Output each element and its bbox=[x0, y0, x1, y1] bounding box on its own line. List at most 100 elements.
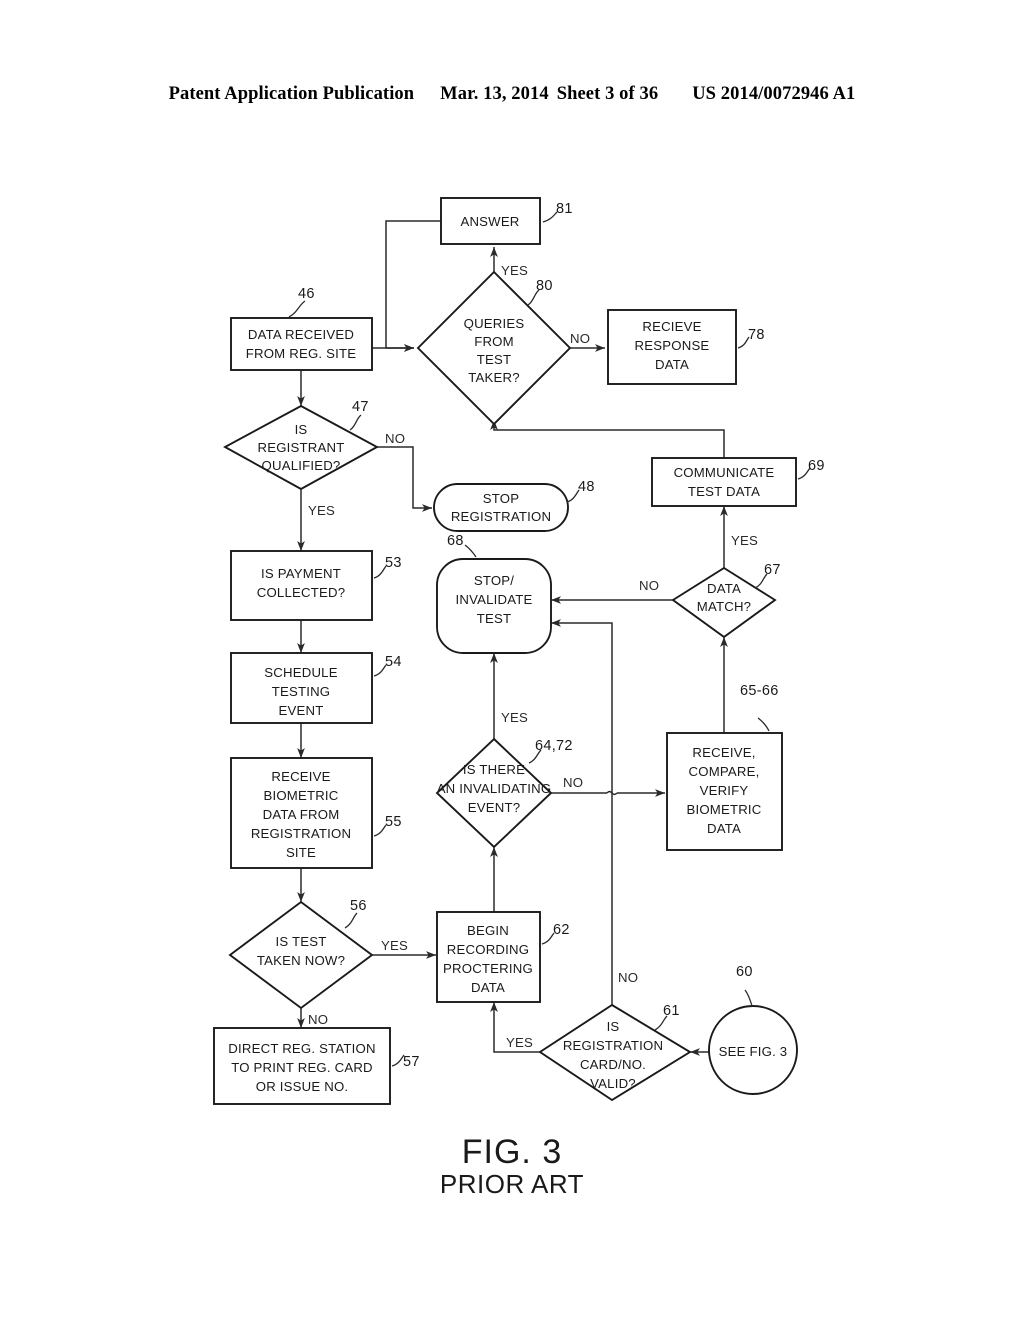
node-communicate-line-1: TEST DATA bbox=[688, 484, 760, 499]
node-datareceived-line-0: DATA RECEIVED bbox=[248, 327, 354, 342]
node-regcard-line-1: REGISTRATION bbox=[563, 1038, 663, 1053]
node-queries-line-0: QUERIES bbox=[464, 316, 525, 331]
node-recording-line-1: RECORDING bbox=[447, 942, 529, 957]
node-queries-line-3: TAKER? bbox=[468, 370, 520, 385]
node-queries-line-2: TEST bbox=[477, 352, 512, 367]
node-receivecompare-line-3: BIOMETRIC bbox=[686, 802, 761, 817]
edge-label-registrant-no: NO bbox=[385, 431, 405, 446]
refnum-67: 67 bbox=[764, 562, 781, 578]
refnum-46: 46 bbox=[298, 286, 315, 302]
node-schedule-line-1: TESTING bbox=[272, 684, 331, 699]
node-communicate-line-0: COMMUNICATE bbox=[674, 465, 775, 480]
node-invalidating-line-1: AN INVALIDATING bbox=[437, 781, 552, 796]
node-seefig3-label: SEE FIG. 3 bbox=[719, 1044, 788, 1059]
node-biometric-line-3: REGISTRATION bbox=[251, 826, 351, 841]
node-regcard-line-0: IS bbox=[607, 1019, 620, 1034]
flowchart-diagram: ANSWER 81 QUERIES FROM TEST TAKER? 80 YE… bbox=[213, 197, 825, 1199]
figure-subcaption: PRIOR ART bbox=[440, 1169, 584, 1199]
node-directreg-line-0: DIRECT REG. STATION bbox=[228, 1041, 375, 1056]
node-recording-line-3: DATA bbox=[471, 980, 505, 995]
node-datamatch-line-0: DATA bbox=[707, 581, 741, 596]
edge-label-queries-no: NO bbox=[570, 331, 590, 346]
node-invalidating-line-2: EVENT? bbox=[468, 800, 521, 815]
node-response-line-1: RESPONSE bbox=[635, 338, 710, 353]
leader-81 bbox=[542, 211, 558, 223]
node-recording-line-0: BEGIN bbox=[467, 923, 509, 938]
leader-46 bbox=[288, 300, 306, 318]
refnum-65-66: 65-66 bbox=[740, 683, 779, 699]
node-biometric-line-1: BIOMETRIC bbox=[263, 788, 338, 803]
node-registrant-line-1: REGISTRANT bbox=[258, 440, 345, 455]
node-biometric-line-2: DATA FROM bbox=[263, 807, 340, 822]
node-receivecompare-line-1: COMPARE, bbox=[689, 764, 760, 779]
node-biometric-line-0: RECEIVE bbox=[271, 769, 330, 784]
node-queries-line-1: FROM bbox=[474, 334, 514, 349]
refnum-81: 81 bbox=[556, 201, 573, 217]
node-registrant-line-2: QUALIFIED? bbox=[262, 458, 341, 473]
node-payment-line-1: COLLECTED? bbox=[257, 585, 345, 600]
node-response-line-2: DATA bbox=[655, 357, 689, 372]
refnum-60: 60 bbox=[736, 964, 753, 980]
node-response-line-0: RECIEVE bbox=[642, 319, 701, 334]
refnum-48: 48 bbox=[578, 479, 595, 495]
node-receivecompare-line-2: VERIFY bbox=[700, 783, 749, 798]
node-regcard-line-2: CARD/NO. bbox=[580, 1057, 646, 1072]
edge-label-queries-yes: YES bbox=[501, 263, 528, 278]
node-stopinv-line-0: STOP/ bbox=[474, 573, 514, 588]
patent-page: Patent Application Publication Mar. 13, … bbox=[0, 0, 1024, 1320]
edge-label-testtaken-no: NO bbox=[308, 1012, 328, 1027]
node-regcard-line-3: VALID? bbox=[590, 1076, 636, 1091]
node-recording-line-2: PROCTERING bbox=[443, 961, 533, 976]
leader-56 bbox=[344, 912, 358, 929]
refnum-62: 62 bbox=[553, 922, 570, 938]
node-data-received[interactable] bbox=[230, 317, 373, 371]
edge-label-regcard-yes: YES bbox=[506, 1035, 533, 1050]
node-stopreg-line-0: STOP bbox=[483, 491, 519, 506]
refnum-64-72: 64,72 bbox=[535, 738, 573, 754]
leader-47 bbox=[349, 414, 362, 431]
node-answer-label: ANSWER bbox=[460, 214, 519, 229]
edge-label-invalidating-yes: YES bbox=[501, 710, 528, 725]
node-directreg-line-2: OR ISSUE NO. bbox=[256, 1079, 349, 1094]
refnum-68: 68 bbox=[447, 533, 464, 549]
node-schedule-line-2: EVENT bbox=[279, 703, 324, 718]
refnum-69: 69 bbox=[808, 458, 825, 474]
refnum-55: 55 bbox=[385, 814, 402, 830]
edge-label-invalidating-no: NO bbox=[563, 775, 583, 790]
refnum-54: 54 bbox=[385, 654, 402, 670]
node-stopreg-line-1: REGISTRATION bbox=[451, 509, 551, 524]
leader-60 bbox=[744, 989, 753, 1007]
refnum-78: 78 bbox=[748, 327, 765, 343]
edge-label-registrant-yes: YES bbox=[308, 503, 335, 518]
node-receivecompare-line-4: DATA bbox=[707, 821, 741, 836]
node-invalidating-line-0: IS THERE bbox=[463, 762, 525, 777]
connector-registrant-no-to-stopreg bbox=[377, 446, 432, 512]
node-receivecompare-line-0: RECEIVE, bbox=[692, 745, 755, 760]
refnum-57: 57 bbox=[403, 1054, 420, 1070]
refnum-47: 47 bbox=[352, 399, 369, 415]
refnum-53: 53 bbox=[385, 555, 402, 571]
node-testtaken-line-0: IS TEST bbox=[276, 934, 327, 949]
edge-label-datamatch-no: NO bbox=[639, 578, 659, 593]
leader-6566 bbox=[757, 717, 770, 732]
node-stopinv-line-2: TEST bbox=[477, 611, 512, 626]
node-datareceived-line-1: FROM REG. SITE bbox=[246, 346, 357, 361]
node-directreg-line-1: TO PRINT REG. CARD bbox=[231, 1060, 373, 1075]
refnum-61: 61 bbox=[663, 1003, 680, 1019]
refnum-56: 56 bbox=[350, 898, 367, 914]
connector-regcard-no-to-stopinvalidate bbox=[551, 619, 613, 1005]
refnum-80: 80 bbox=[536, 278, 553, 294]
node-datamatch-line-1: MATCH? bbox=[697, 599, 751, 614]
connector-answer-to-queries bbox=[385, 220, 441, 352]
edge-label-datamatch-yes: YES bbox=[731, 533, 758, 548]
node-testtaken-line-1: TAKEN NOW? bbox=[257, 953, 345, 968]
figure-caption: FIG. 3 bbox=[462, 1133, 562, 1171]
node-biometric-line-4: SITE bbox=[286, 845, 316, 860]
connector-communicate-to-queries bbox=[490, 420, 725, 458]
edge-label-testtaken-yes: YES bbox=[381, 938, 408, 953]
node-payment-line-0: IS PAYMENT bbox=[261, 566, 341, 581]
edge-label-regcard-no: NO bbox=[618, 970, 638, 985]
node-stopinv-line-1: INVALIDATE bbox=[456, 592, 533, 607]
node-schedule-line-0: SCHEDULE bbox=[264, 665, 337, 680]
node-registrant-line-0: IS bbox=[295, 422, 308, 437]
